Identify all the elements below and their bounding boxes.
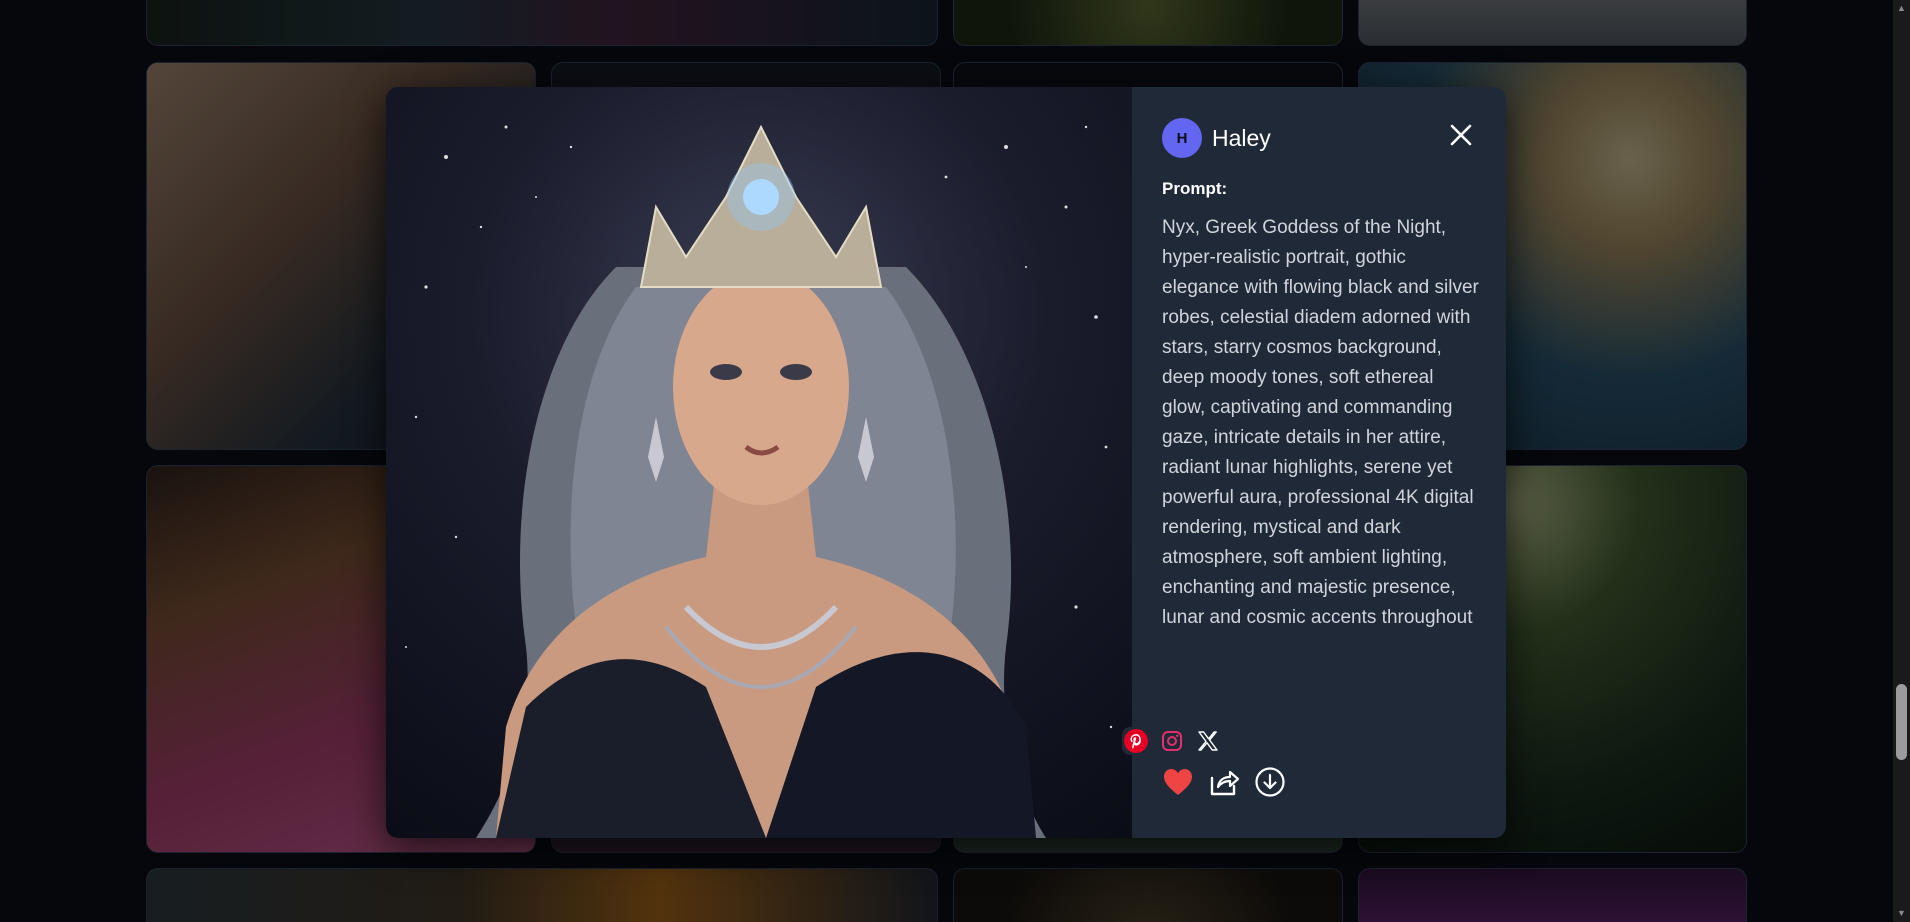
download-icon: [1255, 767, 1285, 797]
instagram-icon: [1162, 731, 1182, 751]
close-icon: [1450, 124, 1472, 146]
x-icon: [1198, 731, 1218, 751]
author-row[interactable]: H Haley: [1162, 118, 1271, 158]
scroll-up-arrow-icon[interactable]: ▲: [1893, 0, 1910, 17]
scrollbar-thumb[interactable]: [1896, 684, 1907, 760]
pinterest-share-button[interactable]: [1122, 727, 1150, 755]
share-button[interactable]: [1208, 766, 1240, 798]
like-button[interactable]: [1162, 766, 1194, 798]
gallery-tile[interactable]: [1358, 0, 1747, 46]
share-icon: [1210, 770, 1240, 796]
author-name[interactable]: Haley: [1212, 125, 1271, 152]
instagram-share-button[interactable]: [1158, 727, 1186, 755]
avatar[interactable]: H: [1162, 118, 1202, 158]
image-detail-modal: H Haley Prompt: Nyx, Greek Goddess of th…: [386, 87, 1506, 838]
gallery-tile[interactable]: [1358, 868, 1747, 922]
gallery-tile[interactable]: [146, 0, 938, 46]
page-scrollbar[interactable]: ▲ ▼: [1893, 0, 1910, 922]
image-actions-row: [1162, 766, 1286, 798]
download-button[interactable]: [1254, 766, 1286, 798]
prompt-label: Prompt:: [1162, 179, 1228, 198]
generated-image: [386, 87, 1132, 838]
gallery-page: ▲ ▼ H Haley Prompt: Nyx, Greek Goddess o…: [0, 0, 1910, 922]
close-button[interactable]: [1446, 120, 1476, 150]
gallery-tile[interactable]: [953, 868, 1343, 922]
heart-icon: [1164, 769, 1192, 795]
x-share-button[interactable]: [1194, 727, 1222, 755]
social-share-row: [1122, 727, 1222, 755]
pinterest-icon: [1124, 729, 1148, 753]
gallery-tile[interactable]: [146, 868, 938, 922]
image-details-panel: H Haley Prompt: Nyx, Greek Goddess of th…: [1122, 87, 1506, 838]
goddess-portrait-illustration: [405, 124, 1113, 838]
prompt-text: Nyx, Greek Goddess of the Night, hyper-r…: [1162, 217, 1479, 628]
scroll-down-arrow-icon[interactable]: ▼: [1893, 905, 1910, 922]
gallery-tile[interactable]: [953, 0, 1343, 46]
